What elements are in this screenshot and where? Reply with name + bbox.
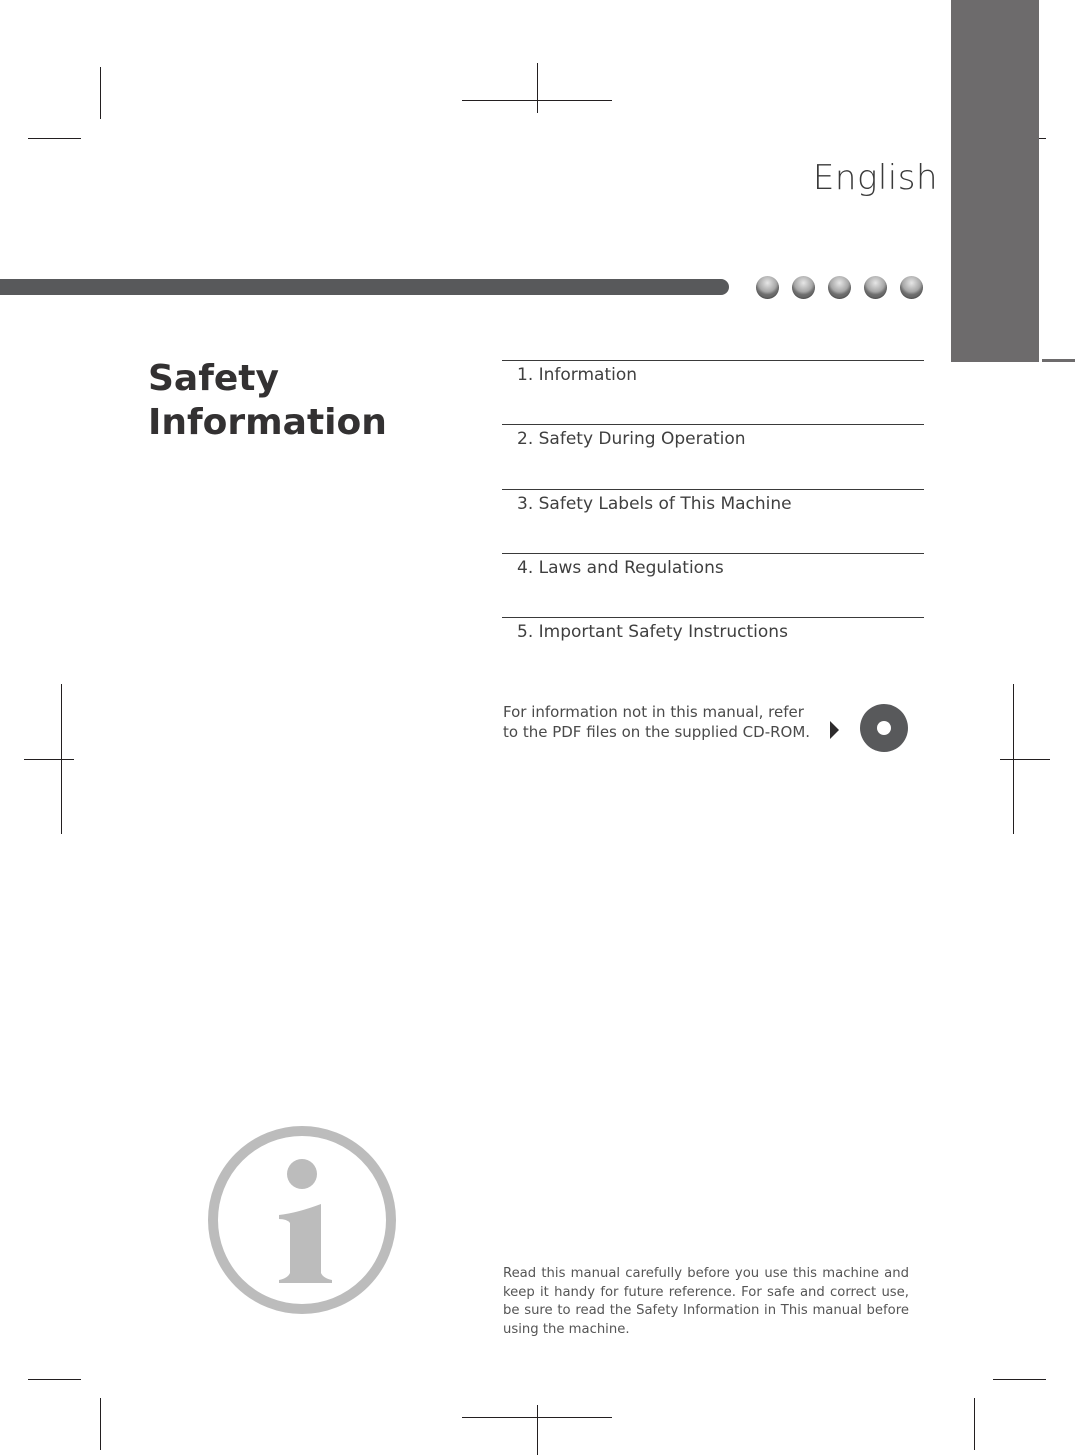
page-title: Safety Information [148,357,387,445]
crop-mark [100,67,101,119]
sphere-dot-icon [792,276,815,299]
registration-mark [1000,759,1050,760]
cd-rom-hole [877,721,891,735]
crop-mark [28,1379,81,1380]
play-arrow-icon [830,721,839,739]
header-bar [0,279,729,295]
information-icon [208,1126,396,1314]
page-title-line1: Safety [148,358,279,399]
registration-mark [537,1405,538,1455]
registration-mark [24,759,74,760]
sphere-dot-icon [756,276,779,299]
sphere-dot-icon [900,276,923,299]
crop-mark [993,1379,1046,1380]
toc-item-safety-labels[interactable]: 3. Safety Labels of This Machine [502,489,924,553]
sphere-dot-icon [828,276,851,299]
toc-item-laws-regulations[interactable]: 4. Laws and Regulations [502,553,924,617]
cd-rom-note: For information not in this manual, refe… [503,703,811,741]
sphere-dot-icon [864,276,887,299]
chapter-dots [756,276,923,299]
registration-mark [1013,684,1014,834]
toc-item-safety-during-operation[interactable]: 2. Safety During Operation [502,424,924,489]
cd-rom-icon [860,704,908,752]
language-label: English [812,158,938,198]
language-tab-tick [1042,359,1075,362]
registration-mark [537,63,538,113]
registration-mark [61,684,62,834]
toc-item-information[interactable]: 1. Information [502,360,924,424]
footer-note: Read this manual carefully before you us… [503,1266,909,1337]
crop-mark [974,1398,975,1450]
table-of-contents: 1. Information 2. Safety During Operatio… [502,360,924,681]
toc-item-important-safety-instructions[interactable]: 5. Important Safety Instructions [502,617,924,681]
language-tab [951,0,1039,362]
crop-mark [28,138,81,139]
crop-mark [100,1398,101,1450]
page-title-line2: Information [148,402,387,443]
